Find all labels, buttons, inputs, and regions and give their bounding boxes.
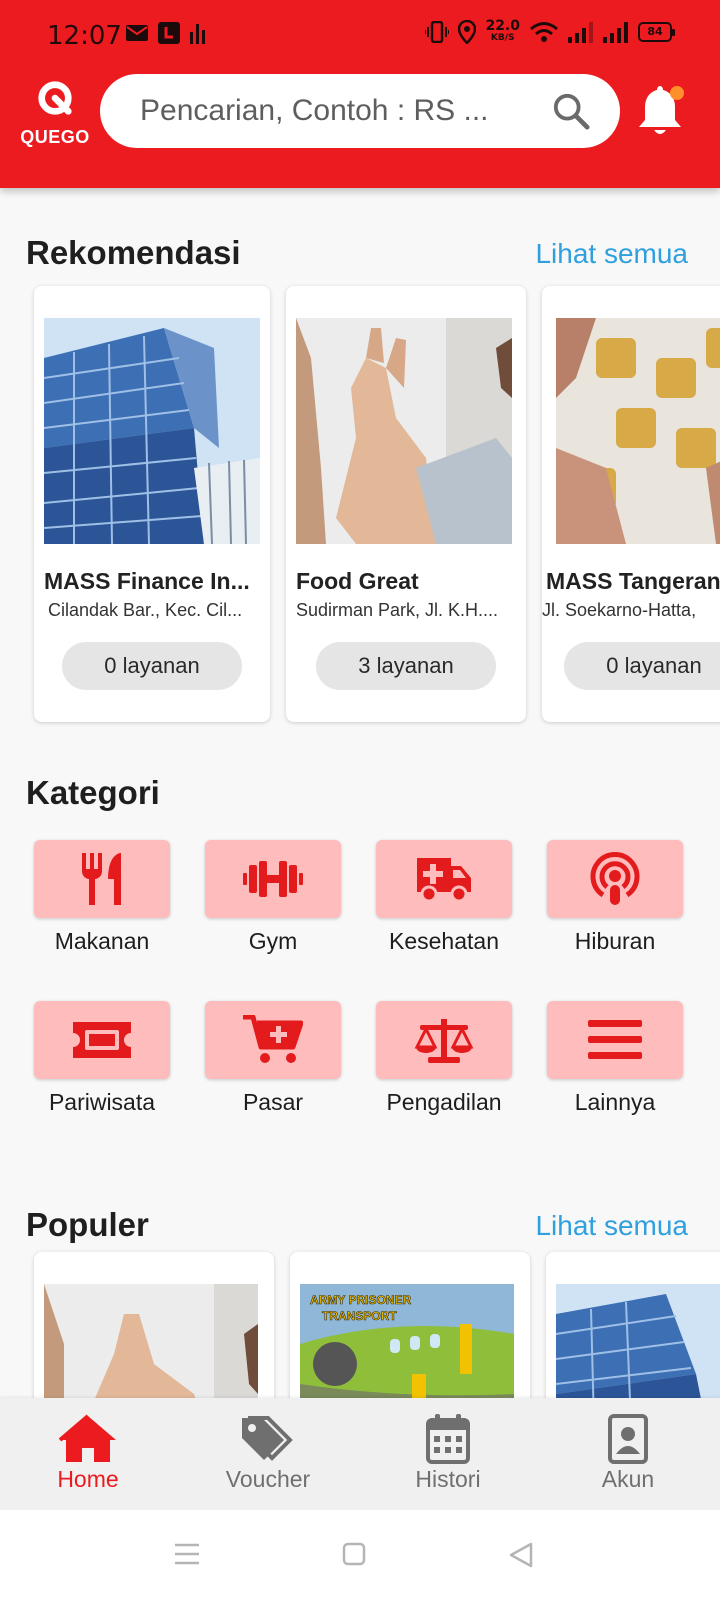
card-image-office-building [44,318,260,544]
recent-apps-icon[interactable] [174,1542,200,1566]
bottom-navigation: Home Voucher Histori Akun [0,1398,720,1510]
card-image-office-building [556,1284,720,1412]
category-pengadilan[interactable]: Pengadilan [376,1001,512,1116]
category-label: Pariwisata [48,1089,156,1115]
nav-histori[interactable]: Histori [378,1414,518,1493]
signal-icon [568,22,593,43]
nav-home[interactable]: Home [18,1414,158,1493]
category-lainnya[interactable]: Lainnya [547,1001,683,1116]
quego-logo[interactable]: QUEGO [20,80,90,150]
battery-indicator: 84 [638,22,675,42]
vibrate-icon [425,21,450,43]
ticket-icon [73,1022,131,1058]
app-l-icon [158,22,180,44]
home-icon [58,1414,116,1462]
nav-voucher[interactable]: Voucher [198,1414,338,1493]
podcast-icon [590,852,640,905]
search-icon[interactable] [552,92,590,130]
system-navigation-bar [0,1510,720,1600]
ambulance-icon [417,858,471,902]
app-header: 12:07 22.0 KB/S 84 QUEGO Pencarian, Cont… [0,0,720,188]
category-label: Hiburan [574,928,656,954]
utensils-icon [82,853,121,905]
card-address: Sudirman Park, Jl. K.H.... [296,600,499,620]
menu-icon [588,1020,642,1059]
tags-icon [242,1416,293,1461]
popular-card[interactable] [34,1252,274,1412]
status-bar: 12:07 22.0 KB/S 84 [0,0,720,72]
card-name: MASS Tangerang [546,568,720,594]
see-all-populer[interactable]: Lihat semua [535,1210,688,1242]
wifi-icon [530,22,558,42]
game-title-text: ARMY PRISONER [310,1293,411,1307]
services-badge[interactable]: 0 layanan [564,642,720,690]
popular-card[interactable]: ARMY PRISONER TRANSPORT [290,1252,530,1412]
popular-card[interactable] [546,1252,720,1412]
nav-label: Voucher [225,1466,311,1492]
recommendation-card[interactable]: Food Great Sudirman Park, Jl. K.H.... 3 … [286,286,526,722]
network-speed: 22.0 KB/S [485,18,520,44]
section-title-populer: Populer [26,1206,149,1243]
card-image-high-five [296,318,512,544]
category-gym[interactable]: Gym [205,840,341,955]
signal-icon-2 [603,22,628,43]
scale-icon [414,1019,474,1063]
card-address: Cilandak Bar., Kec. Cil... [48,600,243,620]
dumbbell-icon [243,861,303,897]
recommendation-card[interactable]: MASS Tangerang Jl. Soekarno-Hatta, 0 lay… [542,286,720,722]
nav-label: Akun [601,1466,655,1492]
category-label: Lainnya [574,1089,656,1115]
quego-logo-mark [38,81,72,115]
category-kesehatan[interactable]: Kesehatan [376,840,512,955]
category-label: Kesehatan [389,928,499,954]
card-image-army-prisoner-transport: ARMY PRISONER TRANSPORT [300,1284,514,1412]
cart-plus-icon [243,1015,303,1063]
svg-text:TRANSPORT: TRANSPORT [322,1309,397,1323]
mail-icon [126,25,148,41]
services-badge[interactable]: 3 layanan [316,642,496,690]
category-label: Makanan [54,928,150,954]
section-title-rekomendasi: Rekomendasi [26,234,241,271]
search-bar[interactable]: Pencarian, Contoh : RS ... [100,74,620,148]
category-label: Pasar [242,1089,304,1115]
category-makanan[interactable]: Makanan [34,840,170,955]
card-image-puzzle-hands [556,318,720,544]
logo-text: QUEGO [20,127,90,147]
card-name: Food Great [296,568,419,594]
nav-label: Histori [415,1466,481,1492]
category-pasar[interactable]: Pasar [205,1001,341,1116]
card-image-high-five [44,1284,258,1412]
card-name: MASS Finance In... [44,568,250,594]
nav-akun[interactable]: Akun [558,1414,698,1493]
see-all-rekomendasi[interactable]: Lihat semua [535,238,688,270]
id-badge-icon [608,1414,648,1464]
services-badge[interactable]: 0 layanan [62,642,242,690]
category-hiburan[interactable]: Hiburan [547,840,683,955]
card-address: Jl. Soekarno-Hatta, [542,600,697,620]
back-icon[interactable] [508,1542,534,1568]
search-input[interactable]: Pencarian, Contoh : RS ... [140,94,540,128]
home-system-icon[interactable] [342,1542,366,1566]
section-title-kategori: Kategori [26,774,160,811]
location-icon [458,20,477,44]
nav-label: Home [57,1466,119,1492]
category-pariwisata[interactable]: Pariwisata [34,1001,170,1116]
status-time: 12:07 [47,21,122,51]
activity-bars-icon [190,24,205,44]
category-label: Gym [248,928,298,954]
calendar-icon [426,1414,470,1464]
notification-dot [670,86,684,100]
recommendation-card[interactable]: MASS Finance In... Cilandak Bar., Kec. C… [34,286,270,722]
network-speed-value: 22.0 [485,18,520,34]
category-label: Pengadilan [386,1089,502,1115]
